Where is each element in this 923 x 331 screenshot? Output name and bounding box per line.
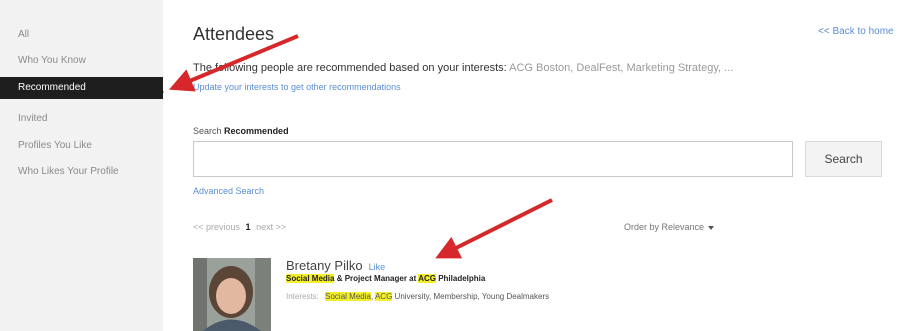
headline-text-1: & Project Manager at [334, 274, 419, 283]
interests-label: Interests: [286, 292, 319, 301]
sidebar-nav: All Who You Know Recommended Invited Pro… [0, 0, 163, 331]
interest-highlight-2: ACG [374, 292, 393, 301]
update-interests-link[interactable]: Update your interests to get other recom… [193, 82, 401, 92]
search-input[interactable] [193, 141, 793, 177]
search-label: Search Recommended [193, 126, 289, 136]
interest-highlight-1: Social Media [325, 292, 371, 301]
annotation-arrow-icon [435, 198, 553, 259]
like-link[interactable]: Like [369, 262, 386, 272]
sidebar-item-who-likes-your-profile[interactable]: Who Likes Your Profile [18, 166, 119, 177]
attendee-name-link[interactable]: Bretany Pilko [286, 258, 363, 273]
headline-highlight-2: ACG [418, 274, 436, 283]
profile-photo-image [193, 258, 271, 331]
interests-rest: University, Membership, Young Dealmakers [392, 292, 550, 301]
sidebar-item-profiles-you-like[interactable]: Profiles You Like [18, 140, 92, 151]
pagination-previous[interactable]: << previous [193, 222, 240, 232]
sidebar-item-all[interactable]: All [18, 29, 29, 40]
result-name: Bretany Pilko Like [286, 258, 385, 273]
result-interests: Interests: Social Media, ACG University,… [286, 292, 550, 301]
recommendation-interests: ACG Boston, DealFest, Marketing Strategy… [509, 62, 734, 74]
result-headline: Social Media & Project Manager at ACG Ph… [286, 274, 485, 283]
sidebar-item-invited[interactable]: Invited [18, 113, 47, 124]
sidebar-item-who-you-know[interactable]: Who You Know [18, 55, 86, 66]
active-item-caret-icon [158, 87, 164, 97]
order-by-dropdown[interactable]: Order by Relevance [624, 222, 715, 232]
pagination-current-page: 1 [245, 222, 251, 232]
order-by-label: Order by Relevance [624, 222, 705, 232]
back-to-home-link[interactable]: << Back to home [818, 26, 894, 37]
search-label-scope: Recommended [224, 126, 289, 136]
headline-highlight-1: Social Media [286, 274, 335, 283]
pagination-next[interactable]: next >> [256, 222, 286, 232]
search-button[interactable]: Search [805, 141, 882, 177]
search-label-prefix: Search [193, 126, 222, 136]
chevron-down-icon [708, 225, 715, 230]
sidebar-item-recommended[interactable]: Recommended [0, 77, 163, 99]
page-title: Attendees [193, 24, 275, 44]
profile-photo[interactable] [193, 258, 271, 331]
headline-text-2: Philadelphia [435, 274, 486, 283]
recommendation-intro: The following people are recommended bas… [193, 62, 510, 74]
recommendation-text: The following people are recommended bas… [193, 62, 733, 74]
advanced-search-link[interactable]: Advanced Search [193, 186, 264, 196]
pagination: << previous 1 next >> [193, 222, 289, 232]
